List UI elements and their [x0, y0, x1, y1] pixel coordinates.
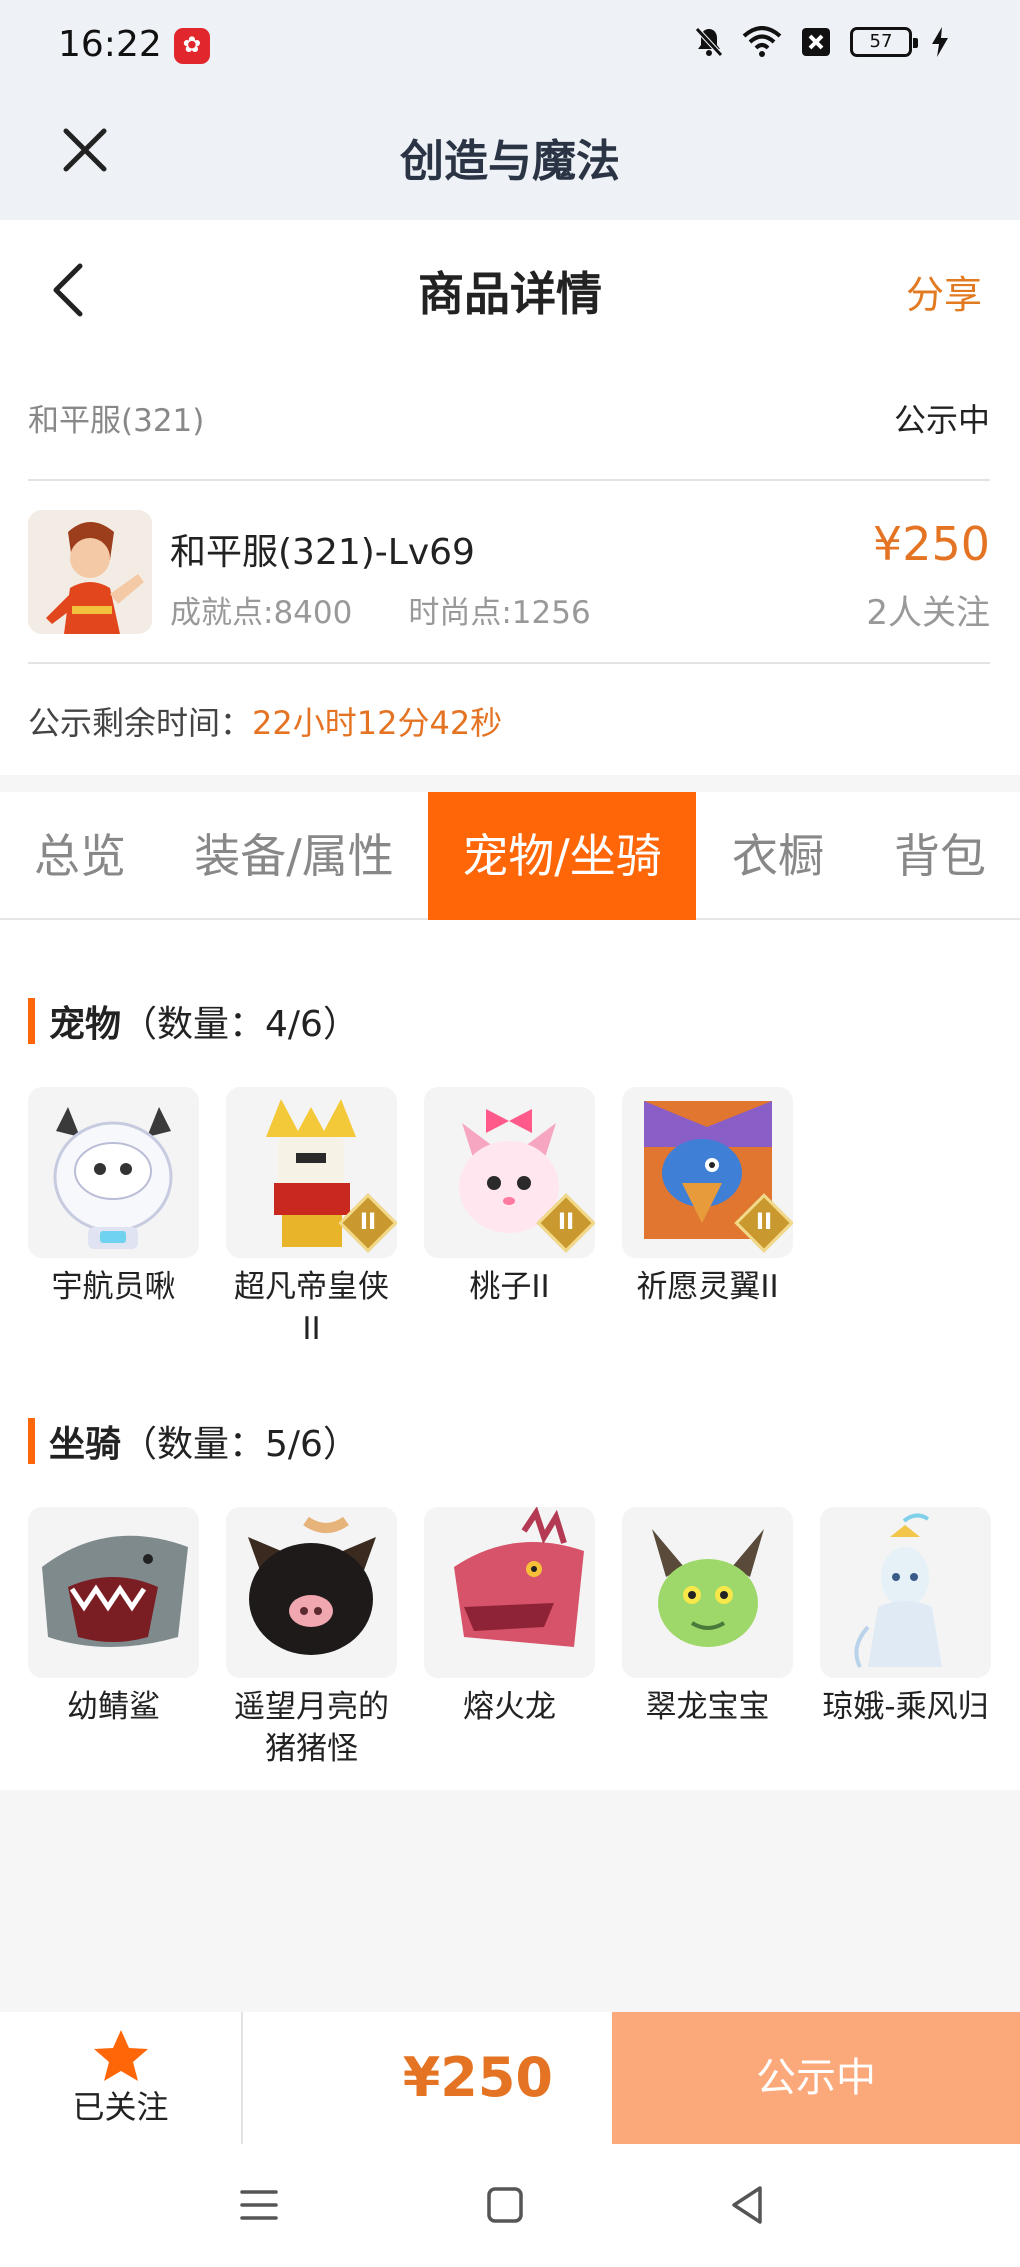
- pet-item[interactable]: II 桃子II: [424, 1087, 595, 1350]
- mounts-section-title: 坐骑 （数量：5/6）: [28, 1415, 359, 1467]
- sim-x-icon: [802, 28, 830, 56]
- pet-thumbnail: II: [622, 1087, 793, 1258]
- bottom-action-bar: 已关注 ¥250 公示中: [0, 2012, 1020, 2144]
- tab-pets-mounts[interactable]: 宠物/坐骑: [428, 792, 696, 920]
- pet-thumbnail: [28, 1087, 199, 1258]
- wifi-icon: [742, 26, 782, 57]
- share-button[interactable]: 分享: [906, 264, 982, 319]
- mount-name: 幼鲭鲨: [67, 1689, 160, 1725]
- tab-backpack[interactable]: 背包: [860, 792, 1020, 920]
- charging-icon: [932, 27, 948, 57]
- status-bar: 16:22 ✿ 57: [0, 0, 1020, 95]
- app-title: 创造与魔法: [400, 136, 620, 187]
- pet-name: 超凡帝皇侠II: [234, 1269, 389, 1347]
- pet-item[interactable]: II 超凡帝皇侠II: [226, 1087, 397, 1350]
- listing-status: 公示中: [893, 401, 990, 439]
- mounts-grid: 幼鲭鲨 遥望月亮的猪猪怪 熔火龙 翠龙宝宝 琼娥-乘风归: [28, 1507, 991, 1770]
- pinduoduo-icon: ✿: [174, 28, 210, 64]
- pets-section-title: 宠物 （数量：4/6）: [28, 995, 359, 1047]
- pets-grid: 宇航员啾 II 超凡帝皇侠II II 桃子II II 祈愿灵翼II: [28, 1087, 793, 1350]
- battery-icon: 57: [850, 27, 918, 57]
- status-time: 16:22: [58, 24, 162, 65]
- bottom-price: ¥250: [402, 2046, 553, 2109]
- divider: [28, 479, 990, 481]
- pet-name: 祈愿灵翼II: [636, 1269, 779, 1305]
- mounts-title: 坐骑: [49, 1424, 122, 1465]
- section-marker: [28, 1418, 35, 1464]
- mount-name: 琼娥-乘风归: [822, 1689, 989, 1725]
- mount-item[interactable]: 幼鲭鲨: [28, 1507, 199, 1770]
- follow-button[interactable]: 已关注: [0, 2012, 243, 2144]
- star-icon: [94, 2030, 148, 2081]
- pet-name: 宇航员啾: [51, 1269, 176, 1305]
- mount-name: 遥望月亮的猪猪怪: [234, 1689, 389, 1767]
- pet-item[interactable]: 宇航员啾: [28, 1087, 199, 1350]
- server-name: 和平服(321): [28, 403, 205, 439]
- pet-thumbnail: II: [226, 1087, 397, 1258]
- menu-icon[interactable]: [234, 2180, 284, 2230]
- app-bar: 创造与魔法: [0, 95, 1020, 220]
- mount-name: 翠龙宝宝: [645, 1689, 770, 1725]
- mount-item[interactable]: 熔火龙: [424, 1507, 595, 1770]
- tab-overview[interactable]: 总览: [0, 792, 160, 920]
- mount-item[interactable]: 翠龙宝宝: [622, 1507, 793, 1770]
- home-icon[interactable]: [480, 2180, 530, 2230]
- follower-count: 2人关注: [866, 593, 990, 633]
- mute-icon: [695, 27, 723, 57]
- pets-count: （数量：4/6）: [121, 1004, 359, 1045]
- tab-equipment[interactable]: 装备/属性: [160, 792, 428, 920]
- status-button[interactable]: 公示中: [612, 2012, 1020, 2144]
- page-title: 商品详情: [418, 267, 602, 321]
- mount-thumbnail: [820, 1507, 991, 1678]
- pets-mounts-content: 宠物 （数量：4/6） 宇航员啾 II 超凡帝皇侠II II 桃子II II 祈…: [0, 920, 1020, 1790]
- remaining-time: 公示剩余时间：22小时12分42秒: [28, 698, 502, 744]
- mount-thumbnail: [424, 1507, 595, 1678]
- divider: [28, 662, 990, 664]
- achievement-points: 成就点:8400: [170, 595, 353, 631]
- price: ¥250: [872, 517, 990, 571]
- tab-wardrobe[interactable]: 衣橱: [696, 792, 860, 920]
- mounts-count: （数量：5/6）: [121, 1424, 359, 1465]
- role-stats: 成就点:8400 时尚点:1256: [170, 587, 591, 632]
- remaining-value: 22小时12分42秒: [252, 704, 503, 742]
- page-header: 商品详情 分享: [0, 220, 1020, 355]
- system-nav-bar: [0, 2144, 1020, 2267]
- listing-info: 和平服(321) 公示中 和平服(321)-Lv69 成就点:8400 时尚点:…: [0, 355, 1020, 775]
- role-name: 和平服(321)-Lv69: [170, 532, 475, 573]
- back-nav-icon[interactable]: [722, 2180, 772, 2230]
- pets-title: 宠物: [49, 1004, 122, 1045]
- fashion-points: 时尚点:1256: [408, 595, 591, 631]
- pet-thumbnail: II: [424, 1087, 595, 1258]
- remaining-label: 公示剩余时间：: [28, 704, 253, 742]
- mount-thumbnail: [622, 1507, 793, 1678]
- pet-item[interactable]: II 祈愿灵翼II: [622, 1087, 793, 1350]
- mount-item[interactable]: 琼娥-乘风归: [820, 1507, 991, 1770]
- pet-name: 桃子II: [469, 1269, 550, 1305]
- section-marker: [28, 998, 35, 1044]
- mount-thumbnail: [28, 1507, 199, 1678]
- follow-label: 已关注: [72, 2088, 169, 2126]
- status-icons: 57: [694, 26, 950, 58]
- role-avatar[interactable]: [28, 510, 152, 634]
- mount-name: 熔火龙: [463, 1689, 556, 1725]
- mount-item[interactable]: 遥望月亮的猪猪怪: [226, 1507, 397, 1770]
- mount-thumbnail: [226, 1507, 397, 1678]
- detail-tabs: 总览 装备/属性 宠物/坐骑 衣橱 背包: [0, 792, 1020, 920]
